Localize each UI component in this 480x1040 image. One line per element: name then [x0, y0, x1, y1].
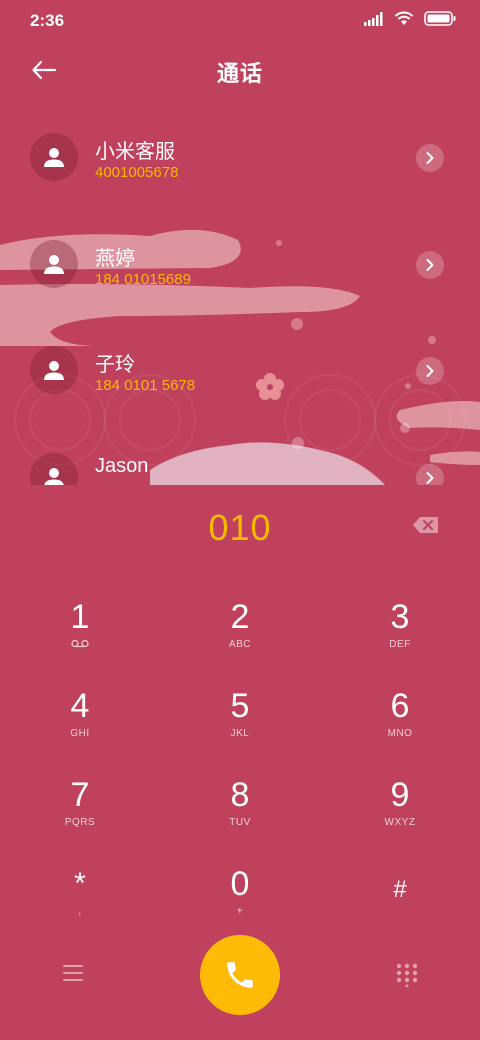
avatar [30, 453, 78, 485]
key-digit: 2 [230, 598, 250, 636]
key-digit: 0 [230, 865, 250, 903]
keypad-icon [396, 963, 418, 988]
key-letters [71, 639, 89, 651]
contact-row[interactable]: 子玲 184 0101 5678 [0, 318, 480, 398]
status-time: 2:36 [30, 11, 65, 30]
header: 通话 [0, 44, 480, 96]
key-0[interactable]: 0 + [180, 847, 300, 927]
avatar [30, 346, 78, 394]
bottom-action-bar [0, 935, 480, 1015]
key-letters: DEF [389, 639, 411, 650]
delete-button[interactable] [412, 515, 440, 535]
page-title: 通话 [216, 61, 263, 86]
contact-name: 燕婷 [95, 248, 135, 270]
status-bar: 2:36 [0, 0, 480, 40]
signal-icon [364, 11, 383, 26]
contact-detail-button[interactable] [416, 464, 444, 485]
chevron-right-icon [426, 472, 434, 484]
key-digit: 7 [70, 776, 90, 814]
contact-name: Jason [95, 455, 149, 477]
contact-name: 子玲 [95, 354, 135, 376]
key-letters: TUV [229, 817, 251, 828]
key-letters: ABC [228, 639, 252, 650]
key-star[interactable]: * , [20, 847, 140, 927]
person-icon [44, 255, 64, 274]
menu-button[interactable] [62, 963, 84, 983]
avatar [30, 133, 78, 181]
contact-row[interactable]: 燕婷 184 01015689 [0, 212, 480, 292]
key-letters: JKL [230, 728, 250, 739]
key-digit: 4 [70, 687, 90, 725]
key-8[interactable]: 8 TUV [180, 758, 300, 838]
key-digit: * [74, 867, 86, 900]
keypad-toggle-button[interactable] [395, 963, 419, 988]
key-digit: 5 [230, 687, 250, 725]
person-icon [44, 468, 64, 485]
key-digit: 1 [70, 598, 90, 636]
chevron-right-icon [426, 259, 434, 271]
voicemail-icon [71, 639, 89, 648]
contact-number: 4001005678 [95, 164, 179, 181]
menu-icon [63, 965, 83, 981]
wifi-icon [394, 11, 414, 25]
key-letters: WXYZ [384, 817, 416, 828]
key-digit: 9 [390, 776, 410, 814]
key-2[interactable]: 2 ABC [180, 580, 300, 660]
contact-row[interactable]: 小米客服 4001005678 [0, 105, 480, 185]
key-digit: 8 [230, 776, 250, 814]
key-letters: MNO [387, 728, 413, 739]
key-3[interactable]: 3 DEF [340, 580, 460, 660]
avatar [30, 240, 78, 288]
status-icons [364, 11, 456, 26]
person-icon [44, 148, 64, 167]
key-4[interactable]: 4 GHI [20, 669, 140, 749]
person-icon [44, 361, 64, 380]
contact-detail-button[interactable] [416, 357, 444, 385]
phone-icon [227, 962, 253, 988]
chevron-right-icon [426, 365, 434, 377]
key-letters: + [236, 906, 244, 917]
contact-row[interactable]: Jason [0, 425, 480, 485]
key-digit: 6 [390, 687, 410, 725]
key-letters: PQRS [64, 817, 96, 828]
key-5[interactable]: 5 JKL [180, 669, 300, 749]
key-1[interactable]: 1 [20, 580, 140, 660]
dial-input-display[interactable]: 010 [0, 507, 480, 549]
contact-detail-button[interactable] [416, 251, 444, 279]
key-7[interactable]: 7 PQRS [20, 758, 140, 838]
key-6[interactable]: 6 MNO [340, 669, 460, 749]
contact-number: 184 01015689 [95, 271, 191, 288]
key-digit: # [393, 876, 407, 903]
key-letters: GHI [70, 728, 90, 739]
key-digit: 3 [390, 598, 410, 636]
contact-detail-button[interactable] [416, 144, 444, 172]
backspace-icon [413, 517, 438, 533]
key-hash[interactable]: # [340, 847, 460, 927]
key-letters: , [78, 906, 82, 917]
chevron-right-icon [426, 152, 434, 164]
contact-name: 小米客服 [95, 141, 175, 163]
contact-number: 184 0101 5678 [95, 377, 196, 394]
call-button[interactable] [200, 935, 280, 1015]
key-9[interactable]: 9 WXYZ [340, 758, 460, 838]
contact-list: 小米客服 4001005678 燕婷 184 01015689 子玲 184 0… [0, 105, 480, 485]
battery-icon [424, 11, 456, 26]
